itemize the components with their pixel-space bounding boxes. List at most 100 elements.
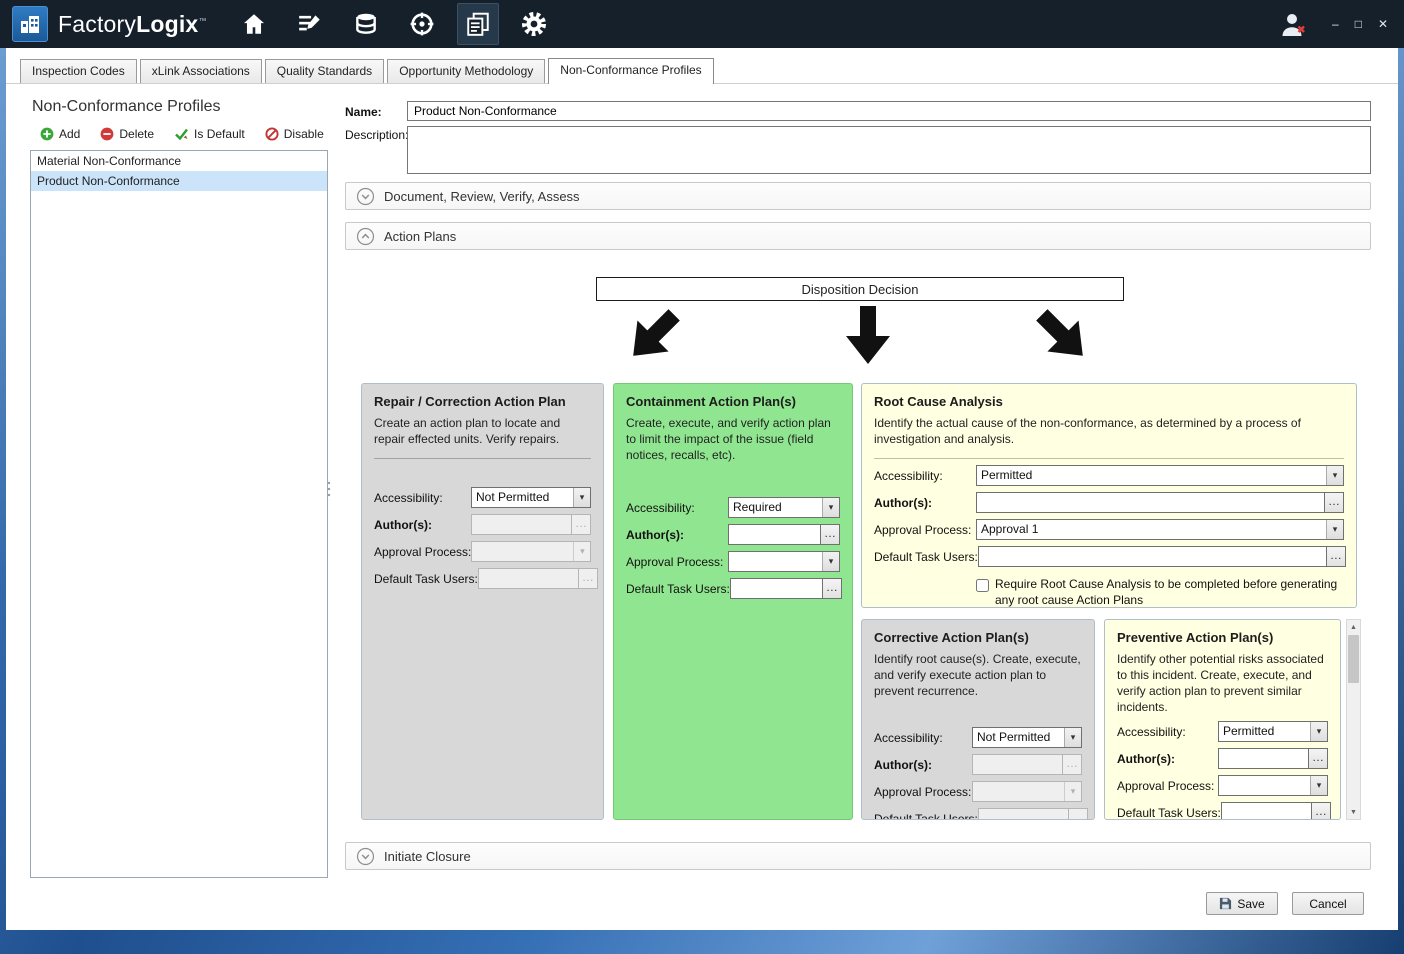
section-initiate-closure[interactable]: Initiate Closure: [345, 842, 1371, 870]
list-item-product-non-conformance[interactable]: Product Non-Conformance: [31, 171, 327, 191]
list-item-material-non-conformance[interactable]: Material Non-Conformance: [31, 151, 327, 171]
panel-splitter[interactable]: [326, 480, 332, 500]
preventive-authors-input[interactable]: [1218, 748, 1309, 769]
section-document-review[interactable]: Document, Review, Verify, Assess: [345, 182, 1371, 210]
require-root-cause-checkbox[interactable]: [976, 579, 989, 592]
profiles-toolbar: Add Delete Is Default Disable: [40, 127, 328, 141]
action-plans-area: Disposition Decision Repair / Correction…: [345, 250, 1371, 828]
minimize-button[interactable]: –: [1332, 18, 1339, 30]
ellipsis-button[interactable]: …: [1325, 492, 1344, 513]
approval-process-label: Approval Process:: [374, 545, 471, 559]
chevron-down-icon: ▾: [1064, 782, 1081, 801]
window-content: Inspection Codes xLink Associations Qual…: [6, 48, 1398, 930]
user-account-icon[interactable]: [1278, 9, 1308, 39]
home-icon[interactable]: [233, 3, 275, 45]
repair-approval-dropdown: ▾: [471, 541, 591, 562]
ellipsis-button[interactable]: …: [823, 578, 842, 599]
containment-accessibility-dropdown[interactable]: Required ▾: [728, 497, 840, 518]
corrective-panel-title: Corrective Action Plan(s): [874, 630, 1082, 645]
tab-opportunity-methodology[interactable]: Opportunity Methodology: [387, 59, 545, 83]
app-logo: [12, 6, 48, 42]
repair-accessibility-dropdown[interactable]: Not Permitted ▾: [471, 487, 591, 508]
preventive-default-task-users-input[interactable]: [1221, 802, 1312, 820]
ellipsis-button[interactable]: …: [821, 524, 840, 545]
ellipsis-button[interactable]: …: [1327, 546, 1346, 567]
is-default-button[interactable]: Is Default: [174, 127, 245, 141]
tab-inspection-codes[interactable]: Inspection Codes: [20, 59, 137, 83]
approval-process-label: Approval Process:: [874, 785, 971, 799]
chevron-down-icon[interactable]: ▾: [1064, 728, 1081, 747]
scroll-up-icon[interactable]: ▲: [1350, 620, 1357, 634]
planning-icon[interactable]: [289, 3, 331, 45]
materials-icon[interactable]: [345, 3, 387, 45]
ellipsis-button: …: [1069, 808, 1088, 820]
accessibility-label: Accessibility:: [374, 491, 443, 505]
tab-non-conformance-profiles[interactable]: Non-Conformance Profiles: [548, 58, 713, 84]
tab-xlink-associations[interactable]: xLink Associations: [140, 59, 262, 83]
chevron-down-icon[interactable]: ▾: [573, 488, 590, 507]
root-cause-authors-input[interactable]: [976, 492, 1325, 513]
collapse-up-icon: [356, 227, 375, 246]
authors-label: Author(s):: [374, 518, 432, 532]
profiles-list: Material Non-Conformance Product Non-Con…: [30, 150, 328, 878]
scrollbar-thumb[interactable]: [1348, 635, 1359, 683]
maximize-button[interactable]: □: [1355, 18, 1362, 30]
quality-reports-icon[interactable]: [457, 3, 499, 45]
chevron-down-icon[interactable]: ▾: [822, 552, 839, 571]
profiles-panel: Non-Conformance Profiles Add Delete Is D…: [30, 96, 328, 878]
is-default-check-icon: [174, 127, 189, 141]
add-button[interactable]: Add: [40, 127, 80, 141]
cancel-button[interactable]: Cancel: [1292, 892, 1364, 915]
settings-gear-icon[interactable]: [513, 3, 555, 45]
require-root-cause-label: Require Root Cause Analysis to be comple…: [995, 577, 1344, 608]
containment-panel: Containment Action Plan(s) Create, execu…: [613, 383, 853, 820]
ellipsis-button[interactable]: …: [1309, 748, 1328, 769]
corrective-authors-input: [972, 754, 1063, 775]
containment-default-task-users-input[interactable]: [730, 578, 823, 599]
section-document-review-label: Document, Review, Verify, Assess: [384, 189, 580, 204]
authors-label: Author(s):: [874, 758, 932, 772]
preventive-accessibility-dropdown[interactable]: Permitted ▾: [1218, 721, 1328, 742]
collapse-down-icon: [356, 187, 375, 206]
preventive-panel: Preventive Action Plan(s) Identify other…: [1104, 619, 1341, 820]
description-label: Description:: [345, 126, 407, 142]
ellipsis-button: …: [1063, 754, 1082, 775]
chevron-down-icon[interactable]: ▾: [1326, 520, 1343, 539]
default-task-users-label: Default Task Users:: [1117, 806, 1221, 820]
save-floppy-icon: [1219, 897, 1232, 910]
tab-quality-standards[interactable]: Quality Standards: [265, 59, 384, 83]
corrective-accessibility-dropdown[interactable]: Not Permitted ▾: [972, 727, 1082, 748]
scroll-down-icon[interactable]: ▼: [1350, 805, 1357, 819]
corrective-panel: Corrective Action Plan(s) Identify root …: [861, 619, 1095, 820]
preventive-panel-description: Identify other potential risks associate…: [1117, 651, 1328, 715]
chevron-down-icon[interactable]: ▾: [822, 498, 839, 517]
chevron-down-icon[interactable]: ▾: [1326, 466, 1343, 485]
section-action-plans[interactable]: Action Plans: [345, 222, 1371, 250]
chevron-down-icon[interactable]: ▾: [1310, 776, 1327, 795]
close-button[interactable]: ✕: [1378, 18, 1388, 30]
containment-panel-title: Containment Action Plan(s): [626, 394, 840, 409]
containment-approval-dropdown[interactable]: ▾: [728, 551, 840, 572]
root-cause-accessibility-dropdown[interactable]: Permitted ▾: [976, 465, 1344, 486]
root-cause-default-task-users-input[interactable]: [978, 546, 1327, 567]
disable-icon: [265, 127, 279, 141]
tab-bar: Inspection Codes xLink Associations Qual…: [6, 48, 1398, 84]
containment-authors-input[interactable]: [728, 524, 821, 545]
delete-button[interactable]: Delete: [100, 127, 154, 141]
root-cause-approval-dropdown[interactable]: Approval 1 ▾: [976, 519, 1344, 540]
ellipsis-button[interactable]: …: [1312, 802, 1331, 820]
navigation-icon[interactable]: [401, 3, 443, 45]
chevron-down-icon[interactable]: ▾: [1310, 722, 1327, 741]
save-button[interactable]: Save: [1206, 892, 1278, 915]
description-input[interactable]: [407, 126, 1371, 174]
plans-scrollbar[interactable]: ▲ ▼: [1346, 619, 1361, 820]
titlebar: FactoryLogix™: [0, 0, 1404, 48]
corrective-default-task-users-input: [978, 808, 1069, 820]
add-icon: [40, 127, 54, 141]
factory-logo-icon: [18, 12, 42, 36]
default-task-users-label: Default Task Users:: [626, 582, 730, 596]
preventive-approval-dropdown[interactable]: ▾: [1218, 775, 1328, 796]
disable-button[interactable]: Disable: [265, 127, 324, 141]
name-input[interactable]: [407, 101, 1371, 121]
accessibility-label: Accessibility:: [874, 469, 943, 483]
